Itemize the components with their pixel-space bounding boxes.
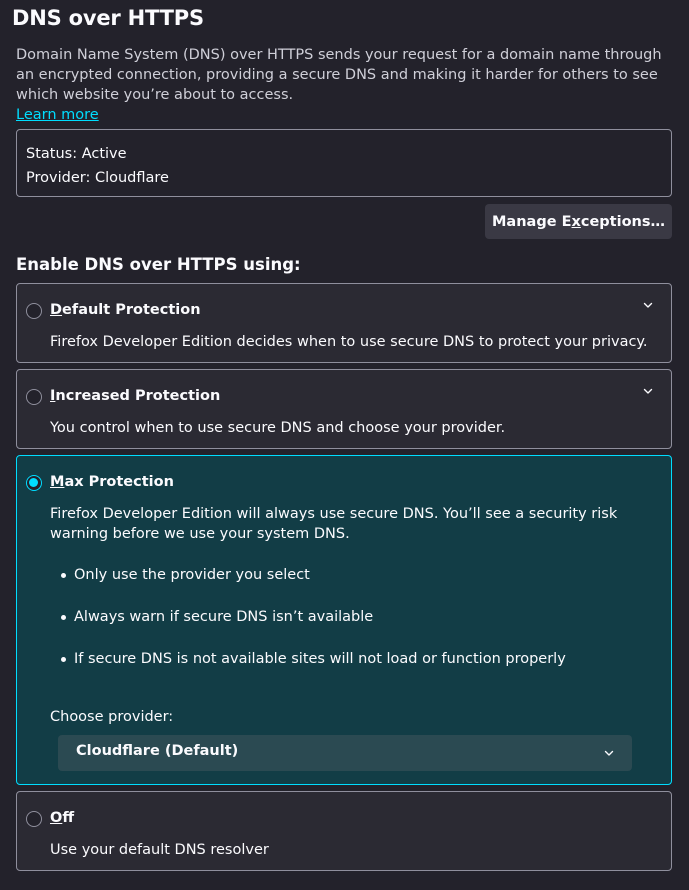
option-title-rest: ax Protection — [64, 474, 174, 490]
option-off[interactable]: Off Use your default DNS resolver — [16, 791, 672, 871]
option-title-rest: ff — [62, 810, 75, 826]
intro-text: Domain Name System (DNS) over HTTPS send… — [16, 47, 662, 103]
option-default-protection[interactable]: Default Protection Firefox Developer Edi… — [16, 283, 672, 363]
option-title: Max Protection — [50, 474, 174, 490]
option-description: Use your default DNS resolver — [50, 842, 269, 858]
feature-list: Only use the provider you select Always … — [61, 564, 566, 690]
option-accesskey: D — [50, 302, 63, 318]
status-box: Status: Active Provider: Cloudflare — [16, 129, 672, 197]
radio-max[interactable] — [26, 475, 42, 491]
chevron-down-icon[interactable] — [641, 384, 655, 398]
option-description: Firefox Developer Edition will always us… — [50, 506, 618, 542]
option-description: You control when to use secure DNS and c… — [50, 420, 506, 436]
section-heading: Enable DNS over HTTPS using: — [16, 255, 301, 274]
radio-default[interactable] — [26, 303, 42, 319]
option-title-rest: ncreased Protection — [55, 388, 221, 404]
option-accesskey: M — [50, 474, 65, 490]
status-line: Status: Active — [26, 146, 127, 162]
manage-label-pre: Manage E — [492, 213, 572, 230]
list-item: Always warn if secure DNS isn’t availabl… — [61, 606, 566, 648]
manage-exceptions-button[interactable]: Manage Exceptions… — [485, 204, 672, 239]
option-description: Firefox Developer Edition decides when t… — [50, 334, 648, 350]
manage-accesskey: x — [571, 213, 581, 230]
radio-off[interactable] — [26, 811, 42, 827]
option-title: Increased Protection — [50, 388, 220, 404]
chevron-down-icon[interactable] — [641, 298, 655, 312]
option-title: Default Protection — [50, 302, 201, 318]
option-increased-protection[interactable]: Increased Protection You control when to… — [16, 369, 672, 449]
chevron-down-icon — [604, 750, 614, 756]
option-title-rest: efault Protection — [62, 302, 201, 318]
learn-more-link[interactable]: Learn more — [16, 107, 99, 123]
provider-label: Choose provider: — [50, 709, 174, 725]
page-title: DNS over HTTPS — [12, 6, 204, 30]
provider-select[interactable]: Cloudflare (Default) — [58, 735, 632, 771]
list-item: Only use the provider you select — [61, 564, 566, 606]
option-max-protection[interactable]: Max Protection Firefox Developer Edition… — [16, 455, 672, 785]
option-title: Off — [50, 810, 74, 826]
radio-increased[interactable] — [26, 389, 42, 405]
option-accesskey: O — [50, 810, 63, 826]
manage-label-post: ceptions… — [580, 213, 665, 230]
list-item: If secure DNS is not available sites wil… — [61, 648, 566, 690]
provider-select-value: Cloudflare (Default) — [76, 743, 239, 759]
provider-line: Provider: Cloudflare — [26, 170, 169, 186]
